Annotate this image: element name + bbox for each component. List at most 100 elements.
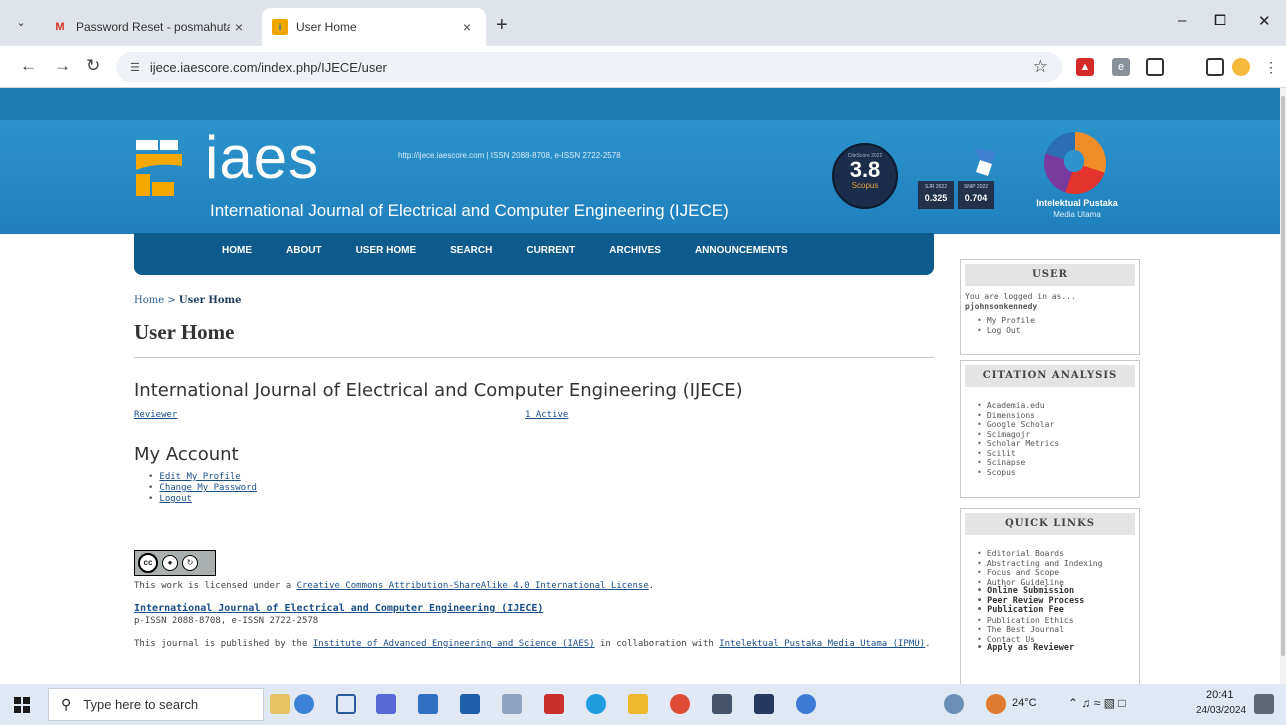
task-view-icon[interactable]	[336, 694, 356, 714]
breadcrumb-home[interactable]: Home	[134, 295, 164, 306]
citation-link[interactable]: Academia.edu	[977, 401, 1139, 411]
app-round-icon[interactable]	[796, 694, 816, 714]
restore-button[interactable]: ⧠	[1214, 12, 1226, 29]
quick-link[interactable]: The Best Journal	[977, 625, 1139, 635]
teams-icon[interactable]	[376, 694, 396, 714]
my-profile-link[interactable]: My Profile	[977, 316, 1139, 326]
nav-home[interactable]: HOME	[222, 233, 252, 275]
snip-badge[interactable]: SNIP 2022 0.704	[958, 181, 994, 209]
active-submissions-link[interactable]: 1 Active	[525, 410, 568, 420]
extension-icon[interactable]: e	[1112, 58, 1130, 76]
tray-icons[interactable]: ⌃ ♫ ≈ ▧ □	[1068, 696, 1126, 710]
mail-icon[interactable]	[460, 694, 480, 714]
site-info-icon[interactable]: ☰	[130, 61, 140, 74]
quick-link[interactable]: Focus and Scope	[977, 568, 1139, 578]
tab-close-icon[interactable]: ×	[458, 19, 476, 35]
citation-link[interactable]: Dimensions	[977, 411, 1139, 421]
footer-journal-link[interactable]: International Journal of Electrical and …	[134, 603, 543, 614]
network-app-icon[interactable]	[944, 694, 964, 714]
url-text: ijece.iaescore.com/index.php/IJECE/user	[149, 59, 387, 75]
citation-link[interactable]: Google Scholar	[977, 420, 1139, 430]
notifications-icon[interactable]	[1254, 694, 1274, 714]
tab-password-reset[interactable]: M Password Reset - posmahutaso ×	[42, 8, 258, 46]
nav-current[interactable]: CURRENT	[526, 233, 575, 275]
breadcrumb-current[interactable]: User Home	[179, 295, 242, 306]
cc-license-badge[interactable]: cc ● ↻	[134, 550, 216, 576]
license-suffix: .	[648, 581, 655, 591]
widgets-icon[interactable]	[270, 694, 290, 714]
minimize-button[interactable]: –	[1178, 12, 1186, 29]
edge-icon[interactable]	[586, 694, 606, 714]
side-panel-icon[interactable]	[1206, 58, 1224, 76]
list-item: Change My Password	[148, 483, 257, 494]
close-window-button[interactable]: ✕	[1258, 12, 1271, 30]
chrome-icon[interactable]	[670, 694, 690, 714]
back-arrow-icon[interactable]: ←	[20, 56, 37, 76]
weather-temperature[interactable]: 24°C	[1012, 697, 1037, 709]
camera-icon[interactable]	[712, 694, 732, 714]
store-icon[interactable]	[418, 694, 438, 714]
nav-announcements[interactable]: ANNOUNCEMENTS	[695, 233, 788, 275]
publisher-text: This journal is published by the Institu…	[134, 639, 931, 649]
attribution-icon: ●	[162, 555, 178, 571]
extensions-puzzle-icon[interactable]	[1146, 58, 1164, 76]
change-password-link[interactable]: Change My Password	[159, 483, 257, 493]
ipmu-link[interactable]: Intelektual Pustaka Media Utama (IPMU)	[719, 639, 925, 649]
profile-avatar-icon[interactable]	[1232, 58, 1250, 76]
quick-link[interactable]: Abstracting and Indexing	[977, 559, 1139, 569]
nav-about[interactable]: ABOUT	[286, 233, 322, 275]
user-app-icon[interactable]	[294, 694, 314, 714]
quick-link[interactable]: Editorial Boards	[977, 549, 1139, 559]
nav-archives[interactable]: ARCHIVES	[609, 233, 661, 275]
quick-link[interactable]: Publication Ethics	[977, 616, 1139, 626]
dimensions-icon[interactable]	[970, 144, 1000, 178]
forward-arrow-icon[interactable]: →	[54, 56, 71, 76]
pdf-extension-icon[interactable]: ▲	[1076, 58, 1094, 76]
pdf-reader-icon[interactable]	[544, 694, 564, 714]
tab-user-home[interactable]: i User Home ×	[262, 8, 486, 46]
citation-link[interactable]: Scopus	[977, 468, 1139, 478]
address-bar[interactable]: ☰ ijece.iaescore.com/index.php/IJECE/use…	[116, 52, 1062, 82]
taskbar-search-box[interactable]: ⚲ Type here to search	[48, 688, 264, 721]
app-icon[interactable]	[502, 694, 522, 714]
tab-search-chevron-icon[interactable]: ⌄	[10, 12, 32, 34]
citation-analysis-block: CITATION ANALYSIS Academia.edu Dimension…	[960, 360, 1140, 498]
iaes-link[interactable]: Institute of Advanced Engineering and Sc…	[313, 639, 595, 649]
browser-menu-icon[interactable]: ⋮	[1262, 58, 1280, 76]
windows-start-icon[interactable]	[14, 697, 30, 713]
file-explorer-icon[interactable]	[628, 694, 648, 714]
quick-links: Editorial Boards Abstracting and Indexin…	[961, 539, 1139, 660]
scrollbar-thumb[interactable]	[1281, 96, 1285, 656]
sjr-value: 0.325	[924, 193, 948, 203]
nav-user-home[interactable]: USER HOME	[356, 233, 417, 275]
app-dark-icon[interactable]	[754, 694, 774, 714]
role-reviewer-link[interactable]: Reviewer	[134, 410, 177, 420]
clock-time[interactable]: 20:41	[1206, 689, 1234, 701]
sjr-badge[interactable]: SJR 2022 0.325	[918, 181, 954, 209]
divider	[134, 357, 934, 358]
ipmu-logo-icon[interactable]	[1044, 132, 1106, 194]
citescore-badge[interactable]: CiteScore 2022 3.8 Scopus	[832, 143, 898, 209]
nav-search[interactable]: SEARCH	[450, 233, 492, 275]
tab-close-icon[interactable]: ×	[230, 19, 248, 35]
quick-link[interactable]: Publication Fee	[977, 605, 1139, 616]
reload-icon[interactable]: ↻	[86, 56, 100, 76]
new-tab-button[interactable]: +	[496, 14, 508, 37]
quick-link[interactable]: Apply as Reviewer	[977, 643, 1139, 654]
clock-date[interactable]: 24/03/2024	[1196, 705, 1246, 716]
citation-links: Academia.edu Dimensions Google Scholar S…	[961, 391, 1139, 483]
citation-link[interactable]: Scimagojr	[977, 430, 1139, 440]
account-links: Edit My Profile Change My Password Logou…	[148, 472, 257, 505]
weather-icon[interactable]	[986, 694, 1006, 714]
edit-profile-link[interactable]: Edit My Profile	[159, 472, 240, 482]
cc-license-link[interactable]: Creative Commons Attribution-ShareAlike …	[297, 581, 649, 591]
snip-label: SNIP 2022	[963, 184, 989, 190]
tab-title: User Home	[296, 20, 357, 34]
bookmark-star-icon[interactable]: ☆	[1033, 57, 1048, 77]
citation-link[interactable]: Scholar Metrics	[977, 439, 1139, 449]
log-out-link[interactable]: Log Out	[977, 326, 1139, 336]
citation-link[interactable]: Scinapse	[977, 458, 1139, 468]
citation-link[interactable]: Scilit	[977, 449, 1139, 459]
search-placeholder: Type here to search	[83, 697, 199, 712]
logout-link[interactable]: Logout	[159, 494, 192, 504]
